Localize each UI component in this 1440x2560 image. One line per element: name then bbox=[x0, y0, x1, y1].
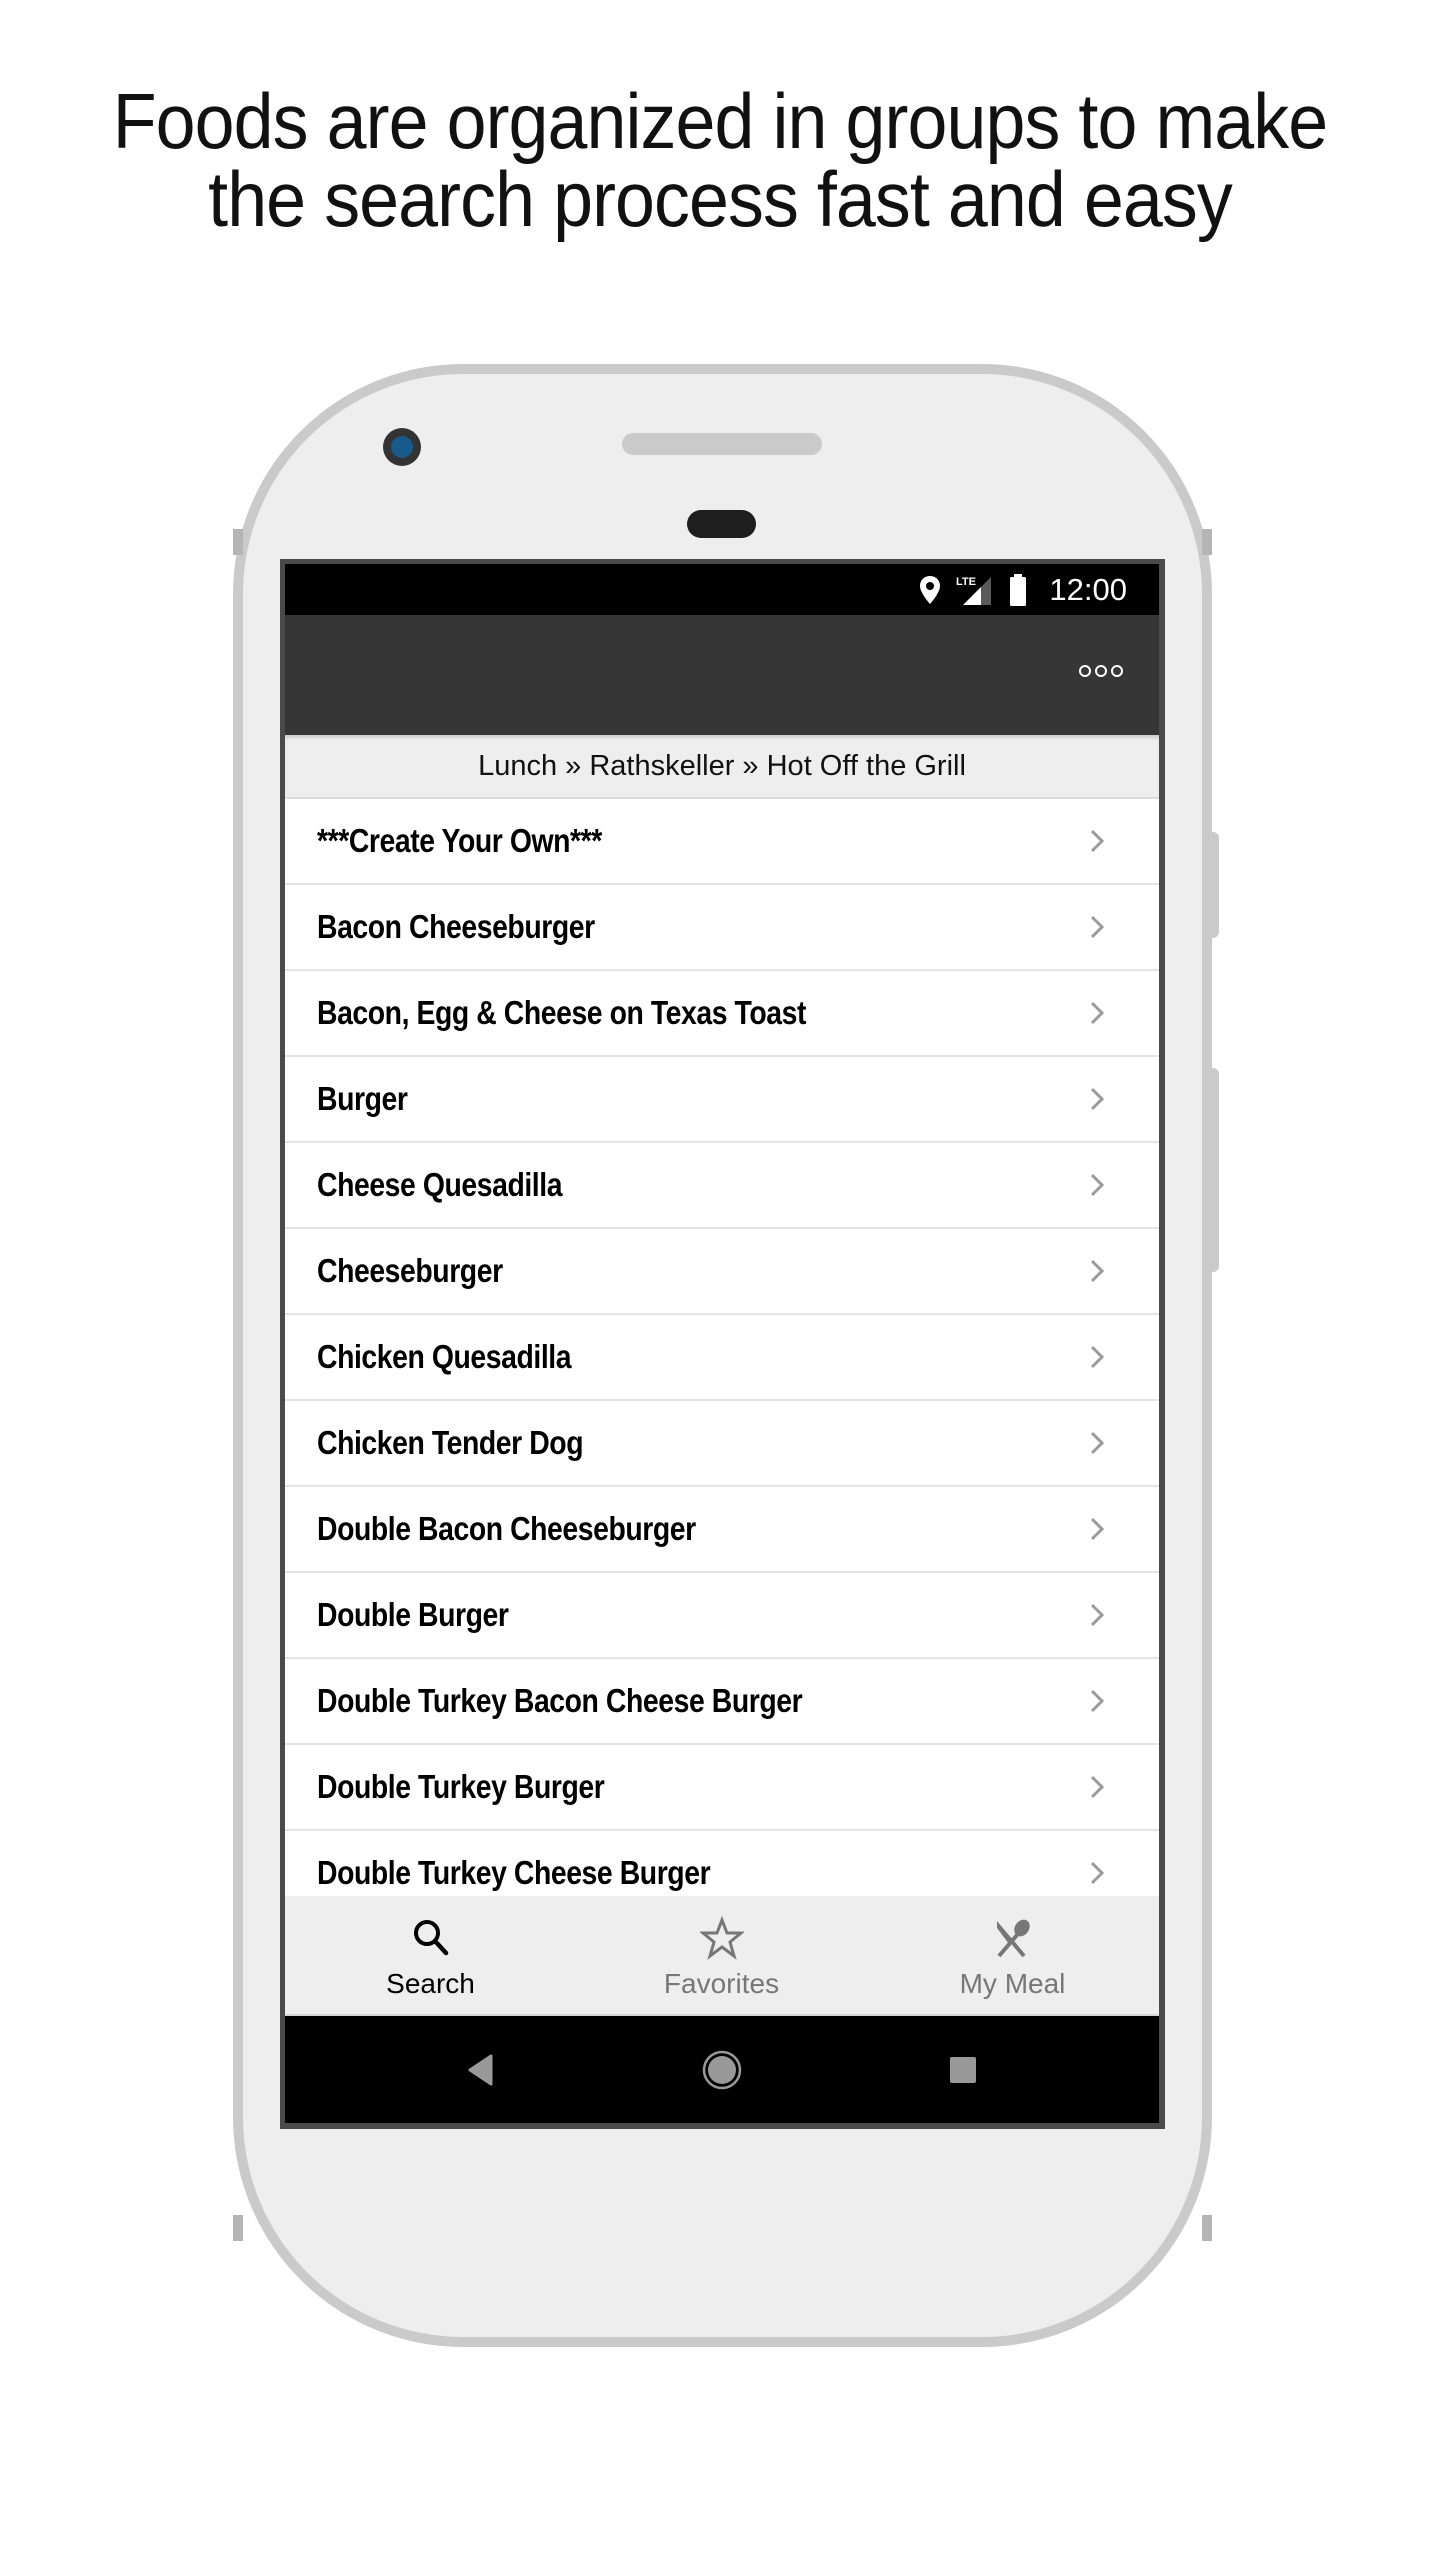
headline: Foods are organized in groups to make th… bbox=[58, 82, 1383, 238]
volume-button bbox=[1210, 1068, 1219, 1272]
food-item-label: ***Create Your Own*** bbox=[317, 822, 602, 859]
food-list-item[interactable]: Chicken Quesadilla bbox=[285, 1315, 1159, 1401]
search-icon bbox=[413, 1920, 448, 1956]
food-item-label: Double Turkey Cheese Burger bbox=[317, 1854, 711, 1891]
nav-label-my-meal: My Meal bbox=[959, 1968, 1066, 1999]
speaker-grille bbox=[622, 433, 822, 455]
headline-line-2: the search process fast and easy bbox=[208, 155, 1233, 243]
food-item-label: Bacon Cheeseburger bbox=[317, 908, 595, 945]
star-icon bbox=[699, 1916, 744, 1960]
earpiece bbox=[687, 510, 756, 538]
chevron-right-icon bbox=[1090, 1431, 1105, 1455]
food-list-item[interactable]: Double Turkey Cheese Burger bbox=[285, 1831, 1159, 1896]
chevron-right-icon bbox=[1090, 1259, 1105, 1283]
chevron-right-icon bbox=[1090, 1775, 1105, 1799]
chevron-right-icon bbox=[1090, 829, 1105, 853]
food-list: ***Create Your Own*** Bacon Cheeseburger B… bbox=[285, 799, 1159, 1896]
food-list-item[interactable]: Double Turkey Bacon Cheese Burger bbox=[285, 1659, 1159, 1745]
more-options-icon[interactable] bbox=[1075, 661, 1127, 681]
frame-edge-mark bbox=[1202, 2215, 1212, 2241]
food-list-item[interactable]: Burger bbox=[285, 1057, 1159, 1143]
utensils-icon bbox=[996, 1919, 1030, 1958]
app-toolbar bbox=[285, 615, 1159, 735]
chevron-right-icon bbox=[1090, 1861, 1105, 1885]
food-list-item[interactable]: Cheeseburger bbox=[285, 1229, 1159, 1315]
system-navigation-bar bbox=[285, 2016, 1159, 2123]
headline-line-1: Foods are organized in groups to make bbox=[112, 77, 1328, 165]
food-item-label: Burger bbox=[317, 1080, 408, 1117]
nav-label-favorites: Favorites bbox=[663, 1968, 780, 1999]
food-item-label: Double Bacon Cheeseburger bbox=[317, 1510, 696, 1547]
food-item-label: Cheese Quesadilla bbox=[317, 1166, 563, 1203]
chevron-right-icon bbox=[1090, 1517, 1105, 1541]
chevron-right-icon bbox=[1090, 1345, 1105, 1369]
battery-icon bbox=[1010, 573, 1027, 606]
food-list-item[interactable]: Bacon, Egg & Cheese on Texas Toast bbox=[285, 971, 1159, 1057]
chevron-right-icon bbox=[1090, 1689, 1105, 1713]
food-item-label: Cheeseburger bbox=[317, 1252, 503, 1289]
food-list-item[interactable]: Cheese Quesadilla bbox=[285, 1143, 1159, 1229]
nav-label-search: Search bbox=[386, 1968, 475, 1999]
status-bar: LTE 12:00 bbox=[285, 564, 1159, 615]
bottom-navigation: Search Favorites My Meal bbox=[285, 1896, 1159, 2016]
svg-text:LTE: LTE bbox=[956, 576, 976, 588]
nav-item-search[interactable]: Search bbox=[285, 1896, 576, 2014]
frame-edge-mark bbox=[233, 529, 243, 555]
home-button[interactable] bbox=[701, 2049, 743, 2091]
power-button bbox=[1210, 832, 1219, 938]
breadcrumb: Lunch » Rathskeller » Hot Off the Grill bbox=[285, 735, 1159, 799]
frame-edge-mark bbox=[1202, 529, 1212, 555]
nav-item-my-meal[interactable]: My Meal bbox=[867, 1896, 1158, 2014]
recents-button[interactable] bbox=[942, 2049, 984, 2091]
food-list-item[interactable]: Bacon Cheeseburger bbox=[285, 885, 1159, 971]
chevron-right-icon bbox=[1090, 1173, 1105, 1197]
front-camera bbox=[383, 428, 421, 466]
food-list-item[interactable]: Chicken Tender Dog bbox=[285, 1401, 1159, 1487]
food-list-item[interactable]: ***Create Your Own*** bbox=[285, 799, 1159, 885]
food-item-label: Chicken Tender Dog bbox=[317, 1424, 584, 1461]
food-item-label: Double Turkey Bacon Cheese Burger bbox=[317, 1682, 803, 1719]
food-item-label: Chicken Quesadilla bbox=[317, 1338, 572, 1375]
chevron-right-icon bbox=[1090, 915, 1105, 939]
food-item-label: Double Burger bbox=[317, 1596, 509, 1633]
status-time: 12:00 bbox=[1049, 571, 1127, 607]
food-list-item[interactable]: Double Burger bbox=[285, 1573, 1159, 1659]
chevron-right-icon bbox=[1090, 1001, 1105, 1025]
app-screen: LTE 12:00 Lunch » Rathskeller » Hot Off … bbox=[285, 564, 1159, 2123]
lte-signal-icon: LTE bbox=[956, 576, 992, 605]
location-icon bbox=[920, 575, 941, 604]
back-button[interactable] bbox=[461, 2049, 503, 2091]
food-item-label: Double Turkey Burger bbox=[317, 1768, 605, 1805]
frame-edge-mark bbox=[233, 2215, 243, 2241]
food-list-item[interactable]: Double Bacon Cheeseburger bbox=[285, 1487, 1159, 1573]
chevron-right-icon bbox=[1090, 1087, 1105, 1111]
chevron-right-icon bbox=[1090, 1603, 1105, 1627]
nav-item-favorites[interactable]: Favorites bbox=[576, 1896, 867, 2014]
food-item-label: Bacon, Egg & Cheese on Texas Toast bbox=[317, 994, 806, 1031]
food-list-item[interactable]: Double Turkey Burger bbox=[285, 1745, 1159, 1831]
